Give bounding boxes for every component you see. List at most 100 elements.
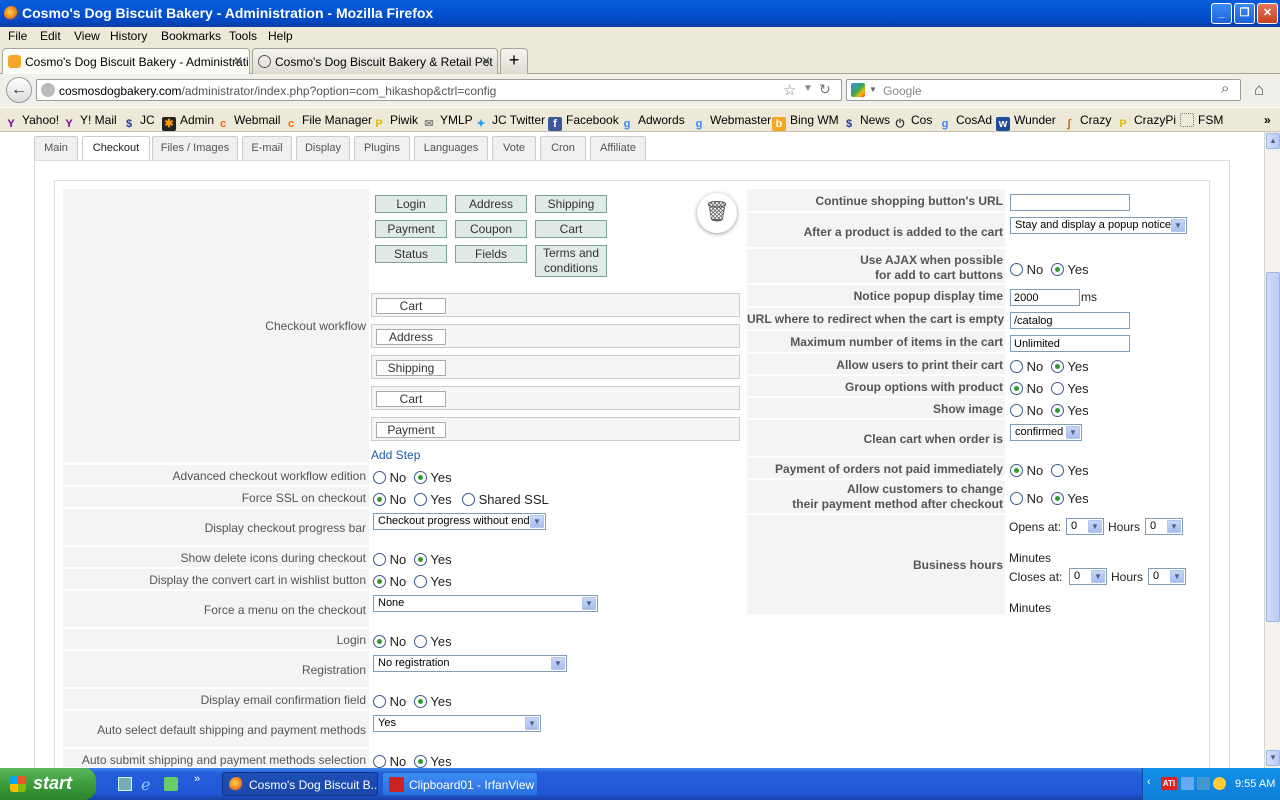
print-cart-yes-radio[interactable]: Yes — [1051, 359, 1089, 374]
print-cart-no-radio[interactable]: No — [1010, 359, 1043, 374]
registration-select[interactable]: No registration ▼ — [373, 655, 567, 672]
add-step-link[interactable]: Add Step — [371, 448, 420, 462]
popup-time-input[interactable]: 2000 — [1010, 289, 1080, 306]
change-payment-no-radio[interactable]: No — [1010, 491, 1043, 506]
close-button[interactable]: ✕ — [1257, 3, 1278, 24]
workflow-step[interactable]: Shipping — [371, 355, 740, 379]
menu-bookmarks[interactable]: Bookmarks — [161, 29, 221, 43]
search-engine-dropdown-icon[interactable]: ▼ — [869, 85, 877, 94]
tab-languages[interactable]: Languages — [414, 136, 488, 160]
palette-status-button[interactable]: Status — [375, 245, 447, 263]
search-bar[interactable]: ▼ Google ⌕ — [846, 79, 1241, 101]
menu-view[interactable]: View — [74, 29, 100, 43]
bookmark-facebook[interactable]: f Facebook — [548, 113, 619, 131]
close-minute-select[interactable]: 0 ▼ — [1148, 568, 1186, 585]
login-no-radio[interactable]: No — [373, 634, 406, 649]
bookmark-filemanager[interactable]: c File Manager — [284, 113, 372, 131]
tab-main[interactable]: Main — [34, 136, 78, 160]
workflow-step[interactable]: Payment — [371, 417, 740, 441]
continue-url-input[interactable] — [1010, 194, 1130, 211]
tab-cron[interactable]: Cron — [540, 136, 586, 160]
security-icon[interactable] — [1213, 777, 1226, 790]
auto-submit-yes-radio[interactable]: Yes — [414, 754, 452, 769]
bookmark-crazy[interactable]: ∫ Crazy — [1062, 113, 1111, 131]
force-menu-select[interactable]: None ▼ — [373, 595, 598, 612]
taskbar-item-irfanview[interactable]: Clipboard01 - IrfanView — [382, 772, 538, 796]
payment-not-paid-no-radio[interactable]: No — [1010, 463, 1043, 478]
menu-edit[interactable]: Edit — [40, 29, 61, 43]
start-button[interactable]: start — [0, 768, 96, 800]
tab-checkout[interactable]: Checkout — [82, 136, 150, 161]
menu-tools[interactable]: Tools — [229, 29, 257, 43]
redirect-empty-input[interactable]: /catalog — [1010, 312, 1130, 329]
auto-select-select[interactable]: Yes ▼ — [373, 715, 541, 732]
login-yes-radio[interactable]: Yes — [414, 634, 452, 649]
bookmark-ymail[interactable]: Y Y! Mail — [62, 113, 116, 131]
palette-coupon-button[interactable]: Coupon — [455, 220, 527, 238]
bookmark-crazypi[interactable]: P CrazyPi — [1116, 113, 1176, 131]
home-icon[interactable]: ⌂ — [1254, 80, 1264, 100]
bookmark-cos[interactable]: ⏻ Cos — [893, 113, 933, 131]
advanced-yes-radio[interactable]: Yes — [414, 470, 452, 485]
back-button[interactable]: ← — [6, 77, 32, 103]
tab-display[interactable]: Display — [296, 136, 350, 160]
browser-tab-admin[interactable]: Cosmo's Dog Biscuit Bakery - Administrat… — [2, 48, 250, 75]
network-icon[interactable] — [1181, 777, 1194, 790]
monitor-icon[interactable] — [1197, 777, 1210, 790]
tab-plugins[interactable]: Plugins — [354, 136, 410, 160]
tray-expand-icon[interactable]: ‹ — [1147, 776, 1151, 788]
ati-icon[interactable]: ATI — [1161, 777, 1177, 790]
ajax-yes-radio[interactable]: Yes — [1051, 262, 1089, 277]
bookmark-adwords[interactable]: g Adwords — [620, 113, 685, 131]
bookmark-wunder[interactable]: w Wunder — [996, 113, 1056, 131]
show-desktop-icon[interactable] — [118, 777, 132, 791]
bookmark-piwik[interactable]: P Piwik — [372, 113, 418, 131]
bookmark-fsm[interactable]: FSM — [1180, 113, 1223, 127]
tab-email[interactable]: E-mail — [242, 136, 292, 160]
vertical-scrollbar[interactable]: ▲ ▼ — [1264, 132, 1280, 768]
ie-icon[interactable]: ℯ — [141, 775, 150, 795]
workflow-step[interactable]: Cart — [371, 386, 740, 410]
minimize-button[interactable]: _ — [1211, 3, 1232, 24]
ssl-shared-radio[interactable]: Shared SSL — [462, 492, 549, 507]
palette-terms-button[interactable]: Terms and conditions — [535, 245, 607, 277]
show-image-no-radio[interactable]: No — [1010, 403, 1043, 418]
bookmark-jctwitter[interactable]: ✦ JC Twitter — [474, 113, 545, 131]
ssl-no-radio[interactable]: No — [373, 492, 406, 507]
workflow-step[interactable]: Cart — [371, 293, 740, 317]
bookmark-webmaster[interactable]: g Webmaster — [692, 113, 772, 131]
convert-yes-radio[interactable]: Yes — [414, 574, 452, 589]
search-icon[interactable]: ⌕ — [1221, 80, 1229, 97]
tab-vote[interactable]: Vote — [492, 136, 536, 160]
bookmark-ymlp[interactable]: ✉ YMLP — [422, 113, 472, 131]
group-options-no-radio[interactable]: No — [1010, 381, 1043, 396]
max-items-input[interactable]: Unlimited — [1010, 335, 1130, 352]
more-bookmarks-icon[interactable]: » — [1264, 113, 1271, 127]
show-image-yes-radio[interactable]: Yes — [1051, 403, 1089, 418]
scrollbar-thumb[interactable] — [1266, 272, 1280, 622]
bookmark-webmail[interactable]: c Webmail — [216, 113, 281, 131]
palette-fields-button[interactable]: Fields — [455, 245, 527, 263]
clock[interactable]: 9:55 AM — [1235, 778, 1275, 790]
tab-files-images[interactable]: Files / Images — [152, 136, 238, 160]
after-added-select[interactable]: Stay and display a popup notice ▼ — [1010, 217, 1187, 234]
palette-shipping-button[interactable]: Shipping — [535, 195, 607, 213]
palette-login-button[interactable]: Login — [375, 195, 447, 213]
group-options-yes-radio[interactable]: Yes — [1051, 381, 1089, 396]
browser-tab-retail[interactable]: Cosmo's Dog Biscuit Bakery & Retail Pet … — [252, 48, 498, 74]
tab-affiliate[interactable]: Affiliate — [590, 136, 646, 160]
email-confirm-no-radio[interactable]: No — [373, 694, 406, 709]
bookmark-news[interactable]: $ News — [842, 113, 890, 131]
close-tab-icon[interactable]: ✕ — [233, 54, 243, 68]
bookmark-cosad[interactable]: g CosAd — [938, 113, 992, 131]
menu-help[interactable]: Help — [268, 29, 293, 43]
open-minute-select[interactable]: 0 ▼ — [1145, 518, 1183, 535]
email-confirm-yes-radio[interactable]: Yes — [414, 694, 452, 709]
auto-submit-no-radio[interactable]: No — [373, 754, 406, 769]
convert-no-radio[interactable]: No — [373, 574, 406, 589]
palette-payment-button[interactable]: Payment — [375, 220, 447, 238]
scroll-down-arrow-icon[interactable]: ▼ — [1266, 750, 1280, 766]
payment-not-paid-yes-radio[interactable]: Yes — [1051, 463, 1089, 478]
star-bookmark-icon[interactable]: ☆ — [783, 81, 796, 99]
google-icon[interactable] — [851, 83, 865, 97]
